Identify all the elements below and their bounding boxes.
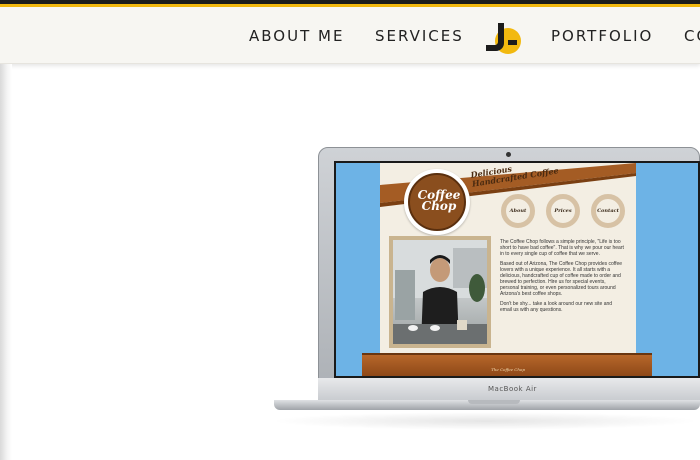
site-body-text: The Coffee Chop follows a simple princip…: [500, 239, 625, 317]
logo-g-bar: [508, 40, 517, 45]
body-paragraph: Based out of Arizona, The Coffee Chop pr…: [500, 261, 623, 297]
wood-tray-footer: [362, 353, 652, 376]
portfolio-site-preview[interactable]: Delicious Handcrafted Coffee Coffee Chop…: [336, 163, 698, 376]
nav-services[interactable]: SERVICES: [375, 27, 464, 45]
espresso-machine: [395, 270, 415, 320]
laptop-chin: [318, 378, 700, 400]
left-gutter-shadow: [0, 64, 12, 460]
site-nav: ABOUT ME SERVICES PORTFOLIO CO: [0, 7, 700, 64]
coffee-chop-logo-badge[interactable]: Coffee Chop: [404, 169, 470, 235]
top-accent-stripe: [0, 0, 700, 7]
laptop-base: [274, 400, 700, 410]
body-paragraph: The Coffee Chop follows a simple princip…: [500, 239, 624, 257]
barista-head: [430, 258, 450, 282]
logo-j-shape: [486, 23, 504, 51]
cup-icon: [408, 325, 418, 331]
prices-circle-button[interactable]: Prices: [546, 194, 580, 228]
barista-photo-frame: [389, 236, 491, 348]
cup-icon: [430, 325, 440, 331]
laptop-mockup: Delicious Handcrafted Coffee Coffee Chop…: [0, 0, 700, 460]
body-paragraph: Don't be shy... take a look around our n…: [500, 301, 613, 313]
laptop-notch: [468, 400, 520, 404]
laptop-shadow: [270, 412, 700, 430]
contact-circle-button[interactable]: Contact: [591, 194, 625, 228]
about-circle-button[interactable]: About: [501, 194, 535, 228]
nav-portfolio[interactable]: PORTFOLIO: [551, 27, 653, 45]
badge-inner-circle: Coffee Chop: [408, 173, 466, 231]
jg-logo[interactable]: [484, 21, 524, 55]
jar-icon: [457, 320, 467, 330]
barista-photo: [393, 240, 487, 344]
nav-about-me[interactable]: ABOUT ME: [249, 27, 344, 45]
plant-icon: [469, 274, 485, 302]
laptop-brand-label: MacBook Air: [488, 385, 537, 393]
camera-icon: [506, 152, 511, 157]
photo-counter: [393, 324, 487, 344]
barista-illustration: [393, 240, 487, 344]
footer-label: The Coffee Chop: [491, 367, 525, 372]
nav-contact-partial[interactable]: CO: [684, 27, 700, 45]
badge-word-2: Chop: [421, 199, 457, 213]
badge-text: Coffee Chop: [410, 189, 468, 213]
